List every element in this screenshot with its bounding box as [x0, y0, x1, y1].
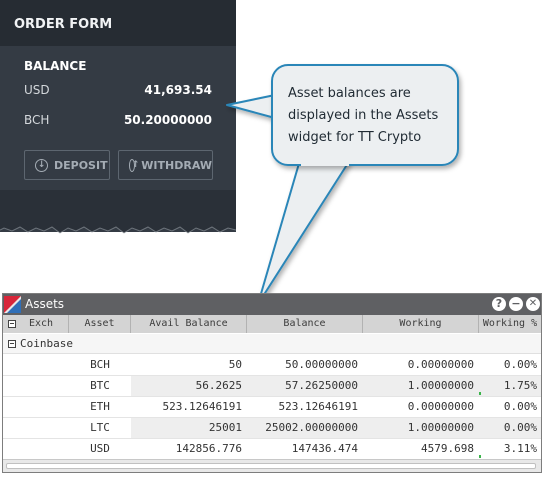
working-pct-cell: 0.00%	[503, 400, 537, 413]
collapse-all-icon[interactable]	[8, 320, 16, 328]
column-header-asset[interactable]: Asset	[69, 315, 131, 333]
avail-balance-cell: 50	[228, 358, 242, 371]
avail-balance-cell: 523.12646191	[162, 400, 242, 413]
working-pct-cell: 0.00%	[479, 418, 541, 438]
working-pct-cell: 1.75%	[479, 376, 541, 396]
column-header-working-pct[interactable]: Working %	[479, 315, 541, 333]
minimize-icon[interactable]: −	[509, 297, 523, 311]
callout-line-2: displayed in the Assets	[288, 108, 439, 123]
table-row[interactable]: BCH 50 50.00000000 0.00000000 0.00%	[3, 355, 541, 376]
balance-cell: 57.26250000	[247, 376, 363, 396]
balance-cell: 147436.474	[291, 442, 358, 455]
assets-widget: Assets ? − ✕ Exch Asset Avail Balance Ba…	[2, 293, 542, 473]
balance-cell: 25002.00000000	[247, 418, 363, 438]
working-pct-bar	[479, 392, 481, 395]
asset-cell: BCH	[90, 358, 110, 371]
asset-cell: USD	[90, 442, 110, 455]
table-row[interactable]: LTC 25001 25002.00000000 1.00000000 0.00…	[3, 418, 541, 439]
working-cell: 4579.698	[421, 442, 474, 455]
column-header-exch-label: Exch	[29, 318, 54, 329]
working-pct-bar	[479, 455, 481, 458]
asset-cell: ETH	[90, 400, 110, 413]
close-icon[interactable]: ✕	[526, 297, 540, 311]
avail-balance-cell: 142856.776	[175, 442, 242, 455]
working-cell: 0.00000000	[407, 358, 474, 371]
asset-cell: LTC	[90, 421, 110, 434]
column-header-exch[interactable]: Exch	[3, 315, 69, 333]
table-row[interactable]: BTC 56.2625 57.26250000 1.00000000 1.75%	[3, 376, 541, 397]
balance-cell: 523.12646191	[278, 400, 358, 413]
working-pct-cell: 3.11%	[503, 442, 537, 455]
scrollbar-thumb[interactable]	[6, 463, 536, 469]
table-row[interactable]: ETH 523.12646191 523.12646191 0.00000000…	[3, 397, 541, 418]
assets-title: Assets	[25, 297, 65, 311]
working-cell: 1.00000000	[363, 376, 479, 396]
working-cell: 1.00000000	[363, 418, 479, 438]
help-icon[interactable]: ?	[492, 297, 506, 311]
collapse-group-icon[interactable]	[8, 339, 16, 348]
avail-balance-cell: 56.2625	[131, 376, 247, 396]
asset-cell: BTC	[90, 379, 110, 392]
balance-cell: 50.00000000	[285, 358, 358, 371]
avail-balance-cell: 25001	[131, 418, 247, 438]
assets-titlebar[interactable]	[3, 294, 541, 315]
table-row[interactable]: USD 142856.776 147436.474 4579.698 3.11%	[3, 439, 541, 460]
column-header-working[interactable]: Working	[363, 315, 479, 333]
column-header-balance[interactable]: Balance	[247, 315, 363, 333]
working-cell: 0.00000000	[407, 400, 474, 413]
callout-line-1: Asset balances are	[288, 86, 411, 101]
tt-logo-icon	[4, 296, 21, 313]
callout-line-3: widget for TT Crypto	[288, 130, 422, 145]
exchange-group-label: Coinbase	[20, 337, 73, 350]
working-pct-cell: 0.00%	[503, 358, 537, 371]
exchange-group-row[interactable]: Coinbase	[3, 334, 541, 354]
column-header-avail-balance[interactable]: Avail Balance	[131, 315, 247, 333]
horizontal-scrollbar[interactable]	[3, 459, 541, 472]
